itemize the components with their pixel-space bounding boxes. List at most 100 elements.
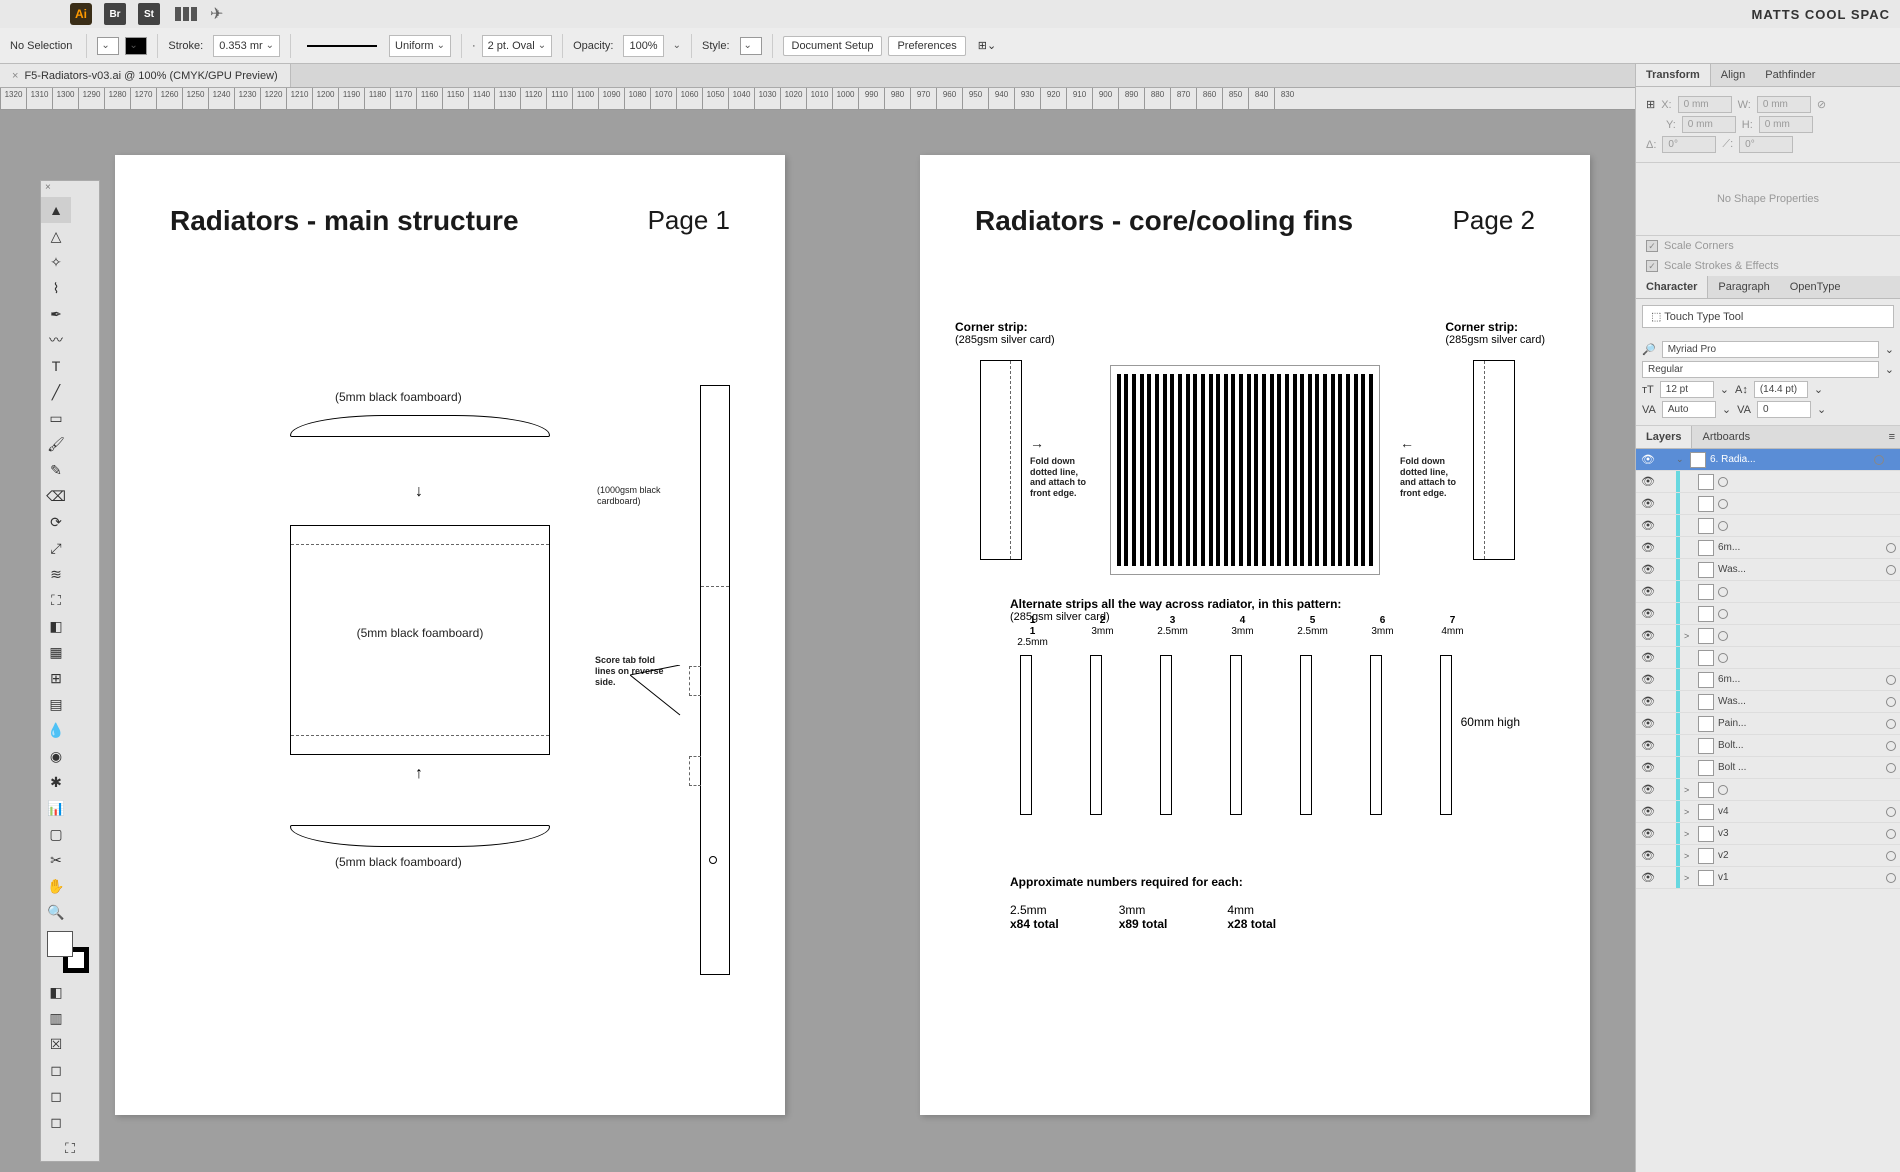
target-icon[interactable]	[1718, 631, 1728, 641]
visibility-icon[interactable]: 👁	[1640, 827, 1656, 840]
tab-paragraph[interactable]: Paragraph	[1708, 276, 1779, 298]
layer-row[interactable]: 👁	[1636, 471, 1900, 493]
visibility-icon[interactable]: 👁	[1640, 497, 1656, 510]
layer-row[interactable]: 👁>v3	[1636, 823, 1900, 845]
fill-stroke-indicator[interactable]	[41, 929, 99, 979]
gradient-mode[interactable]: ▥	[41, 1005, 71, 1031]
selection-tool[interactable]: ▲	[41, 197, 71, 223]
free-transform-tool[interactable]: ⛶	[41, 587, 71, 613]
chevron-icon[interactable]: >	[1684, 785, 1694, 795]
visibility-icon[interactable]: 👁	[1640, 739, 1656, 752]
tab-transform[interactable]: Transform	[1636, 64, 1711, 86]
layer-name[interactable]	[1718, 785, 1896, 795]
chevron-icon[interactable]: >	[1684, 873, 1694, 883]
hand-tool[interactable]: ✋	[41, 873, 71, 899]
search-font-icon[interactable]: 🔎	[1642, 343, 1656, 356]
type-tool[interactable]: T	[41, 353, 71, 379]
scale-corners-check[interactable]: ✓Scale Corners	[1636, 236, 1900, 256]
stroke-swatch[interactable]	[125, 37, 147, 55]
chevron-icon[interactable]: >	[1684, 807, 1694, 817]
pen-tool[interactable]: ✒	[41, 301, 71, 327]
tab-character[interactable]: Character	[1636, 276, 1708, 298]
visibility-icon[interactable]: 👁	[1640, 651, 1656, 664]
lasso-tool[interactable]: ⌇	[41, 275, 71, 301]
line-tool[interactable]: ╱	[41, 379, 71, 405]
font-family-field[interactable]: Myriad Pro	[1662, 341, 1879, 358]
visibility-icon[interactable]: 👁	[1640, 541, 1656, 554]
scale-tool[interactable]: ⤢	[41, 535, 71, 561]
scale-strokes-check[interactable]: ✓Scale Strokes & Effects	[1636, 256, 1900, 276]
layer-name[interactable]: Bolt...	[1718, 740, 1882, 751]
layer-name[interactable]: 6m...	[1718, 674, 1882, 685]
tab-artboards[interactable]: Artboards	[1692, 426, 1760, 448]
layer-row[interactable]: 👁 Bolt...	[1636, 735, 1900, 757]
tracking-field[interactable]: 0	[1757, 401, 1811, 418]
font-size-field[interactable]: 12 pt	[1660, 381, 1714, 398]
draw-normal[interactable]: ◻	[41, 1057, 71, 1083]
layer-name[interactable]: v4	[1718, 806, 1882, 817]
h-field[interactable]: 0 mm	[1759, 116, 1813, 133]
layer-row[interactable]: 👁6m...	[1636, 537, 1900, 559]
visibility-icon[interactable]: 👁	[1640, 563, 1656, 576]
visibility-icon[interactable]: 👁	[1640, 607, 1656, 620]
touch-type-button[interactable]: ⬚ Touch Type Tool	[1642, 305, 1894, 328]
layer-row[interactable]: 👁	[1636, 581, 1900, 603]
layer-name[interactable]: Bolt ...	[1718, 762, 1882, 773]
layer-name[interactable]: v3	[1718, 828, 1882, 839]
visibility-icon[interactable]: 👁	[1640, 717, 1656, 730]
close-tab-icon[interactable]: ×	[12, 70, 18, 82]
curvature-tool[interactable]: 〰	[41, 327, 71, 353]
bridge-icon[interactable]: Br	[104, 3, 126, 25]
visibility-icon[interactable]: 👁	[1640, 673, 1656, 686]
brush-type-dropdown[interactable]: Uniform	[389, 35, 451, 57]
perspective-tool[interactable]: ▦	[41, 639, 71, 665]
opacity-field[interactable]: 100%	[623, 35, 663, 57]
ref-point-icon[interactable]: ⊞	[1646, 98, 1655, 111]
document-setup-button[interactable]: Document Setup	[783, 36, 883, 56]
tab-align[interactable]: Align	[1711, 64, 1755, 86]
panel-menu-icon[interactable]: ≡	[1884, 426, 1900, 448]
target-icon[interactable]	[1886, 807, 1896, 817]
chevron-icon[interactable]: >	[1684, 631, 1694, 641]
target-icon[interactable]	[1886, 565, 1896, 575]
angle-field[interactable]: 0°	[1662, 136, 1716, 153]
visibility-icon[interactable]: 👁	[1640, 585, 1656, 598]
graphic-style-dropdown[interactable]	[740, 37, 762, 55]
visibility-icon[interactable]: 👁	[1640, 805, 1656, 818]
target-icon[interactable]	[1886, 697, 1896, 707]
target-icon[interactable]	[1886, 851, 1896, 861]
font-weight-field[interactable]: Regular	[1642, 361, 1879, 378]
zoom-tool[interactable]: 🔍	[41, 899, 71, 925]
preferences-button[interactable]: Preferences	[888, 36, 965, 56]
layer-row[interactable]: 👁	[1636, 515, 1900, 537]
color-mode[interactable]: ◧	[41, 979, 71, 1005]
layer-name[interactable]	[1718, 499, 1896, 509]
layer-name[interactable]: Was...	[1718, 696, 1882, 707]
target-icon[interactable]	[1718, 521, 1728, 531]
rectangle-tool[interactable]: ▭	[41, 405, 71, 431]
target-icon[interactable]	[1886, 543, 1896, 553]
layer-row[interactable]: 👁Bolt ...	[1636, 757, 1900, 779]
target-icon[interactable]	[1886, 873, 1896, 883]
align-to-icon[interactable]: ⊞⌄	[978, 39, 996, 52]
w-field[interactable]: 0 mm	[1757, 96, 1811, 113]
slice-tool[interactable]: ✂	[41, 847, 71, 873]
sync-icon[interactable]: ✈	[210, 4, 223, 24]
layer-name[interactable]	[1718, 477, 1896, 487]
draw-inside[interactable]: ◻	[41, 1109, 71, 1135]
stroke-weight-field[interactable]: 0.353 mr	[213, 35, 280, 57]
target-icon[interactable]	[1886, 675, 1896, 685]
layer-row[interactable]: 👁Pain...	[1636, 713, 1900, 735]
visibility-icon[interactable]: 👁	[1640, 783, 1656, 796]
visibility-icon[interactable]: 👁	[1640, 453, 1656, 466]
layer-row[interactable]: 👁	[1636, 603, 1900, 625]
layer-row[interactable]: 👁>v1	[1636, 867, 1900, 889]
layer-name[interactable]	[1718, 609, 1896, 619]
layer-name[interactable]: Was...	[1718, 564, 1882, 575]
gradient-tool[interactable]: ▤	[41, 691, 71, 717]
visibility-icon[interactable]: 👁	[1640, 629, 1656, 642]
symbol-sprayer-tool[interactable]: ✱	[41, 769, 71, 795]
blend-tool[interactable]: ◉	[41, 743, 71, 769]
layer-name[interactable]	[1718, 521, 1896, 531]
layer-row[interactable]: 👁>v2	[1636, 845, 1900, 867]
